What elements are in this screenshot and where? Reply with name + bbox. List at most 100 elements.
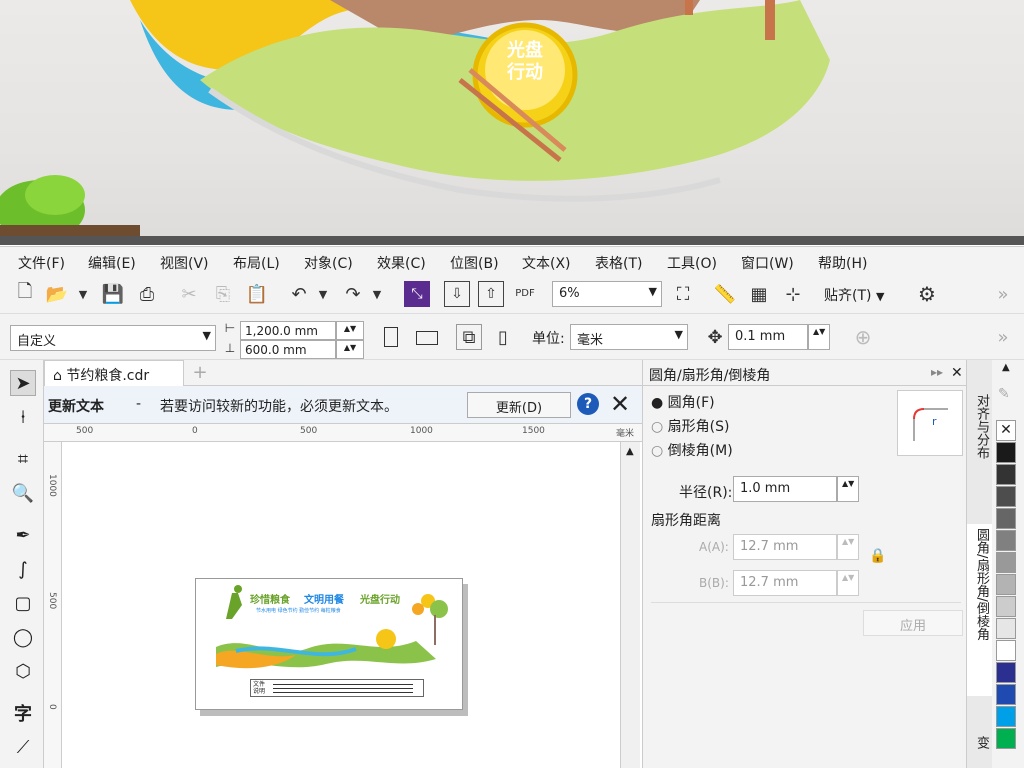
current-page-icon[interactable]: ▯ bbox=[490, 324, 516, 350]
a-distance-input[interactable]: 12.7 mm bbox=[733, 534, 837, 560]
nudge-stepper[interactable]: ▲▼ bbox=[808, 324, 830, 350]
cut-icon[interactable]: ✂ bbox=[176, 281, 202, 307]
open-dropdown-icon[interactable]: ▼ bbox=[70, 281, 96, 307]
redo-dropdown-icon[interactable]: ▼ bbox=[364, 281, 390, 307]
radio-fillet[interactable]: ● 圆角(F) bbox=[651, 392, 715, 412]
color-swatch[interactable] bbox=[996, 442, 1016, 463]
width-stepper[interactable]: ▲▼ bbox=[336, 321, 364, 340]
portrait-icon[interactable] bbox=[384, 327, 398, 347]
zoom-select[interactable]: 6% ▼ bbox=[552, 281, 662, 307]
shape-tool-icon[interactable]: ⍿ bbox=[10, 404, 36, 430]
menu-object[interactable]: 对象(C) bbox=[304, 253, 353, 273]
tab-document[interactable]: ⌂ 节约粮食.cdr bbox=[44, 360, 184, 386]
search-content-icon[interactable]: ⤡ bbox=[404, 281, 430, 307]
color-swatch[interactable] bbox=[996, 618, 1016, 639]
height-stepper[interactable]: ▲▼ bbox=[336, 340, 364, 359]
radius-input[interactable]: 1.0 mm bbox=[733, 476, 837, 502]
gear-icon[interactable]: ⚙ bbox=[914, 281, 940, 307]
pick-tool-icon[interactable]: ➤ bbox=[10, 370, 36, 396]
zoom-tool-icon[interactable]: 🔍 bbox=[10, 480, 36, 506]
drawing-canvas[interactable]: 珍惜粮食 文明用餐 光盘行动 节水用电 绿色节约 勤俭节约 每粒粮食 文件说明 bbox=[62, 442, 620, 768]
menu-layout[interactable]: 布局(L) bbox=[233, 253, 280, 273]
menu-table[interactable]: 表格(T) bbox=[595, 253, 642, 273]
menu-help[interactable]: 帮助(H) bbox=[818, 253, 867, 273]
expand-icon[interactable]: ▸▸ bbox=[931, 365, 943, 379]
radio-chamfer[interactable]: ○ 倒棱角(M) bbox=[651, 440, 733, 460]
new-document-icon[interactable]: 🗋 bbox=[12, 281, 38, 307]
grid-icon[interactable]: ▦ bbox=[746, 281, 772, 307]
help-icon[interactable]: ? bbox=[577, 393, 599, 415]
toolbar-overflow-icon[interactable]: » bbox=[990, 281, 1016, 307]
color-swatch[interactable] bbox=[996, 596, 1016, 617]
radius-stepper[interactable]: ▲▼ bbox=[837, 476, 859, 502]
menu-bitmaps[interactable]: 位图(B) bbox=[450, 253, 499, 273]
tab-fillet[interactable]: 圆角/扇形角/倒棱角 bbox=[967, 524, 993, 696]
pen-tool-icon[interactable]: ✒ bbox=[10, 522, 36, 548]
undo-dropdown-icon[interactable]: ▼ bbox=[310, 281, 336, 307]
page-width-input[interactable]: 1,200.0 mm bbox=[240, 321, 336, 340]
line-tool-icon[interactable]: ⟋ bbox=[10, 734, 36, 760]
landscape-icon[interactable] bbox=[416, 331, 438, 345]
page-preset-select[interactable]: 自定义 ▼ bbox=[10, 325, 216, 351]
tab-transform[interactable]: 变 bbox=[967, 716, 993, 766]
rectangle-tool-icon[interactable]: ▢ bbox=[10, 590, 36, 616]
add-tab-icon[interactable]: + bbox=[190, 362, 210, 383]
open-folder-icon[interactable]: 📂 bbox=[44, 281, 70, 307]
print-icon[interactable]: ⎙ bbox=[134, 281, 160, 307]
lock-icon[interactable]: 🔒 bbox=[869, 548, 886, 564]
copy-icon[interactable]: ⎘ bbox=[210, 281, 236, 307]
menu-text[interactable]: 文本(X) bbox=[522, 253, 571, 273]
undo-icon[interactable]: ↶ bbox=[286, 281, 312, 307]
guidelines-icon[interactable]: ⊹ bbox=[780, 281, 806, 307]
a-stepper[interactable]: ▲▼ bbox=[837, 534, 859, 560]
page-height-input[interactable]: 600.0 mm bbox=[240, 340, 336, 359]
menu-window[interactable]: 窗口(W) bbox=[741, 253, 794, 273]
color-swatch[interactable] bbox=[996, 508, 1016, 529]
color-swatch[interactable] bbox=[996, 684, 1016, 705]
paste-icon[interactable]: 📋 bbox=[244, 281, 270, 307]
add-icon[interactable]: ⊕ bbox=[850, 324, 876, 350]
export-icon[interactable]: ⇧ bbox=[478, 281, 504, 307]
vertical-scrollbar[interactable]: ▲ bbox=[620, 442, 640, 768]
scroll-up-icon[interactable]: ▲ bbox=[626, 446, 634, 457]
text-tool-icon[interactable]: 字 bbox=[10, 700, 36, 726]
menu-effects[interactable]: 效果(C) bbox=[377, 253, 426, 273]
polygon-tool-icon[interactable]: ⬡ bbox=[10, 658, 36, 684]
color-swatch[interactable] bbox=[996, 662, 1016, 683]
no-color-swatch[interactable]: ✕ bbox=[996, 420, 1016, 441]
color-swatch[interactable] bbox=[996, 486, 1016, 507]
color-swatch[interactable] bbox=[996, 728, 1016, 749]
ellipse-tool-icon[interactable]: ◯ bbox=[10, 624, 36, 650]
color-swatch[interactable] bbox=[996, 574, 1016, 595]
color-swatch[interactable] bbox=[996, 552, 1016, 573]
all-pages-icon[interactable]: ⧉ bbox=[456, 324, 482, 350]
b-stepper[interactable]: ▲▼ bbox=[837, 570, 859, 596]
palette-up-icon[interactable]: ▲ bbox=[1002, 362, 1010, 373]
nudge-distance-input[interactable]: 0.1 mm bbox=[728, 324, 808, 350]
color-swatch[interactable] bbox=[996, 706, 1016, 727]
menu-tools[interactable]: 工具(O) bbox=[667, 253, 717, 273]
menu-edit[interactable]: 编辑(E) bbox=[88, 253, 136, 273]
units-select[interactable]: 毫米 ▼ bbox=[570, 324, 688, 350]
apply-button[interactable]: 应用 bbox=[863, 610, 963, 636]
rulers-icon[interactable]: 📏 bbox=[712, 281, 738, 307]
snap-to-dropdown[interactable]: 贴齐(T) ▼ bbox=[824, 285, 884, 305]
menu-view[interactable]: 视图(V) bbox=[160, 253, 209, 273]
color-swatch[interactable] bbox=[996, 640, 1016, 661]
radio-scallop[interactable]: ○ 扇形角(S) bbox=[651, 416, 729, 436]
import-icon[interactable]: ⇩ bbox=[444, 281, 470, 307]
eyedropper-icon[interactable]: ✎ bbox=[998, 386, 1010, 402]
b-distance-input[interactable]: 12.7 mm bbox=[733, 570, 837, 596]
menu-file[interactable]: 文件(F) bbox=[18, 253, 65, 273]
full-screen-icon[interactable]: ⛶ bbox=[670, 281, 696, 307]
redo-icon[interactable]: ↷ bbox=[340, 281, 366, 307]
propbar-overflow-icon[interactable]: » bbox=[990, 324, 1016, 350]
crop-tool-icon[interactable]: ⌗ bbox=[10, 446, 36, 472]
artwork-page[interactable]: 珍惜粮食 文明用餐 光盘行动 节水用电 绿色节约 勤俭节约 每粒粮食 文件说明 bbox=[195, 578, 463, 710]
color-swatch[interactable] bbox=[996, 464, 1016, 485]
freehand-tool-icon[interactable]: ∫ bbox=[10, 556, 36, 582]
close-icon[interactable]: ✕ bbox=[610, 390, 630, 418]
tab-align-distribute[interactable]: 对齐与分布 bbox=[967, 390, 993, 520]
update-button[interactable]: 更新(D) bbox=[467, 392, 571, 418]
close-icon[interactable]: ✕ bbox=[951, 365, 963, 381]
